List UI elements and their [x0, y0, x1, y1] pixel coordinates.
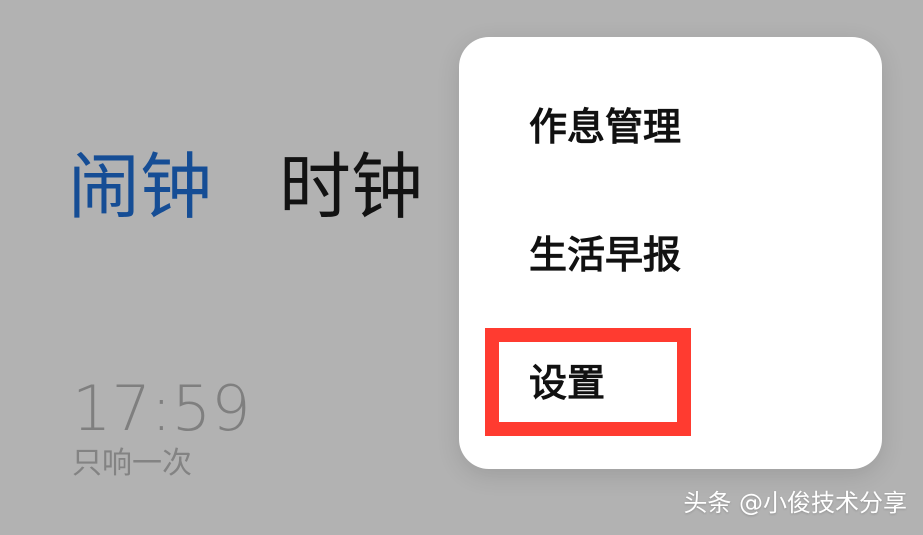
menu-item-label: 作息管理	[529, 105, 682, 149]
menu-item-label: 生活早报	[529, 233, 682, 277]
overflow-menu: 作息管理 生活早报 设置	[459, 37, 882, 469]
menu-item-life-briefing[interactable]: 生活早报	[459, 200, 882, 310]
menu-item-settings[interactable]: 设置	[459, 328, 882, 438]
menu-item-label: 设置	[529, 361, 606, 405]
menu-item-schedule-management[interactable]: 作息管理	[459, 72, 882, 182]
clock-app-screen: 闹钟 时钟 秒 17:59 只响一次 作息管理 生活早报 设置 头条 @小俊技术…	[0, 0, 923, 535]
watermark: 头条 @小俊技术分享	[683, 489, 907, 517]
